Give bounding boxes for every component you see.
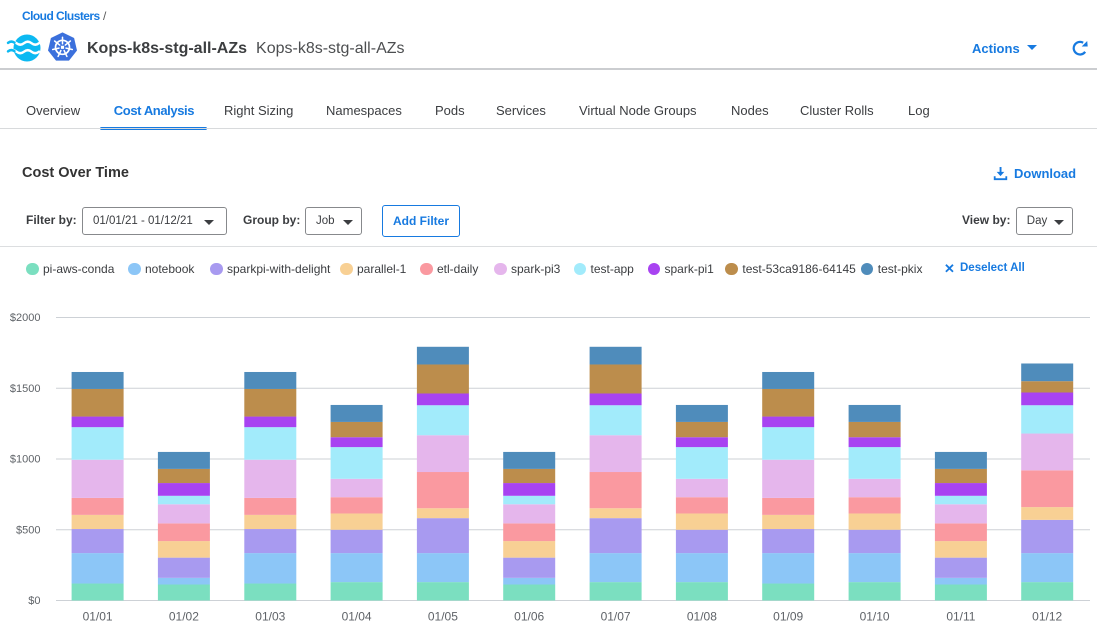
svg-text:01/03: 01/03 <box>255 610 285 624</box>
svg-text:01/04: 01/04 <box>342 610 372 624</box>
svg-text:$0: $0 <box>28 595 40 607</box>
svg-text:01/06: 01/06 <box>514 610 544 624</box>
svg-text:01/02: 01/02 <box>169 610 199 624</box>
svg-text:01/05: 01/05 <box>428 610 458 624</box>
svg-text:$2000: $2000 <box>10 312 41 324</box>
svg-text:$1500: $1500 <box>10 383 41 395</box>
svg-text:01/12: 01/12 <box>1032 610 1062 624</box>
svg-text:01/08: 01/08 <box>687 610 717 624</box>
svg-text:$500: $500 <box>16 525 40 537</box>
svg-text:01/10: 01/10 <box>860 610 890 624</box>
svg-text:01/11: 01/11 <box>946 610 975 624</box>
svg-text:01/01: 01/01 <box>83 610 113 624</box>
svg-text:01/07: 01/07 <box>601 610 631 624</box>
svg-text:$1000: $1000 <box>10 454 41 466</box>
svg-text:01/09: 01/09 <box>773 610 803 624</box>
